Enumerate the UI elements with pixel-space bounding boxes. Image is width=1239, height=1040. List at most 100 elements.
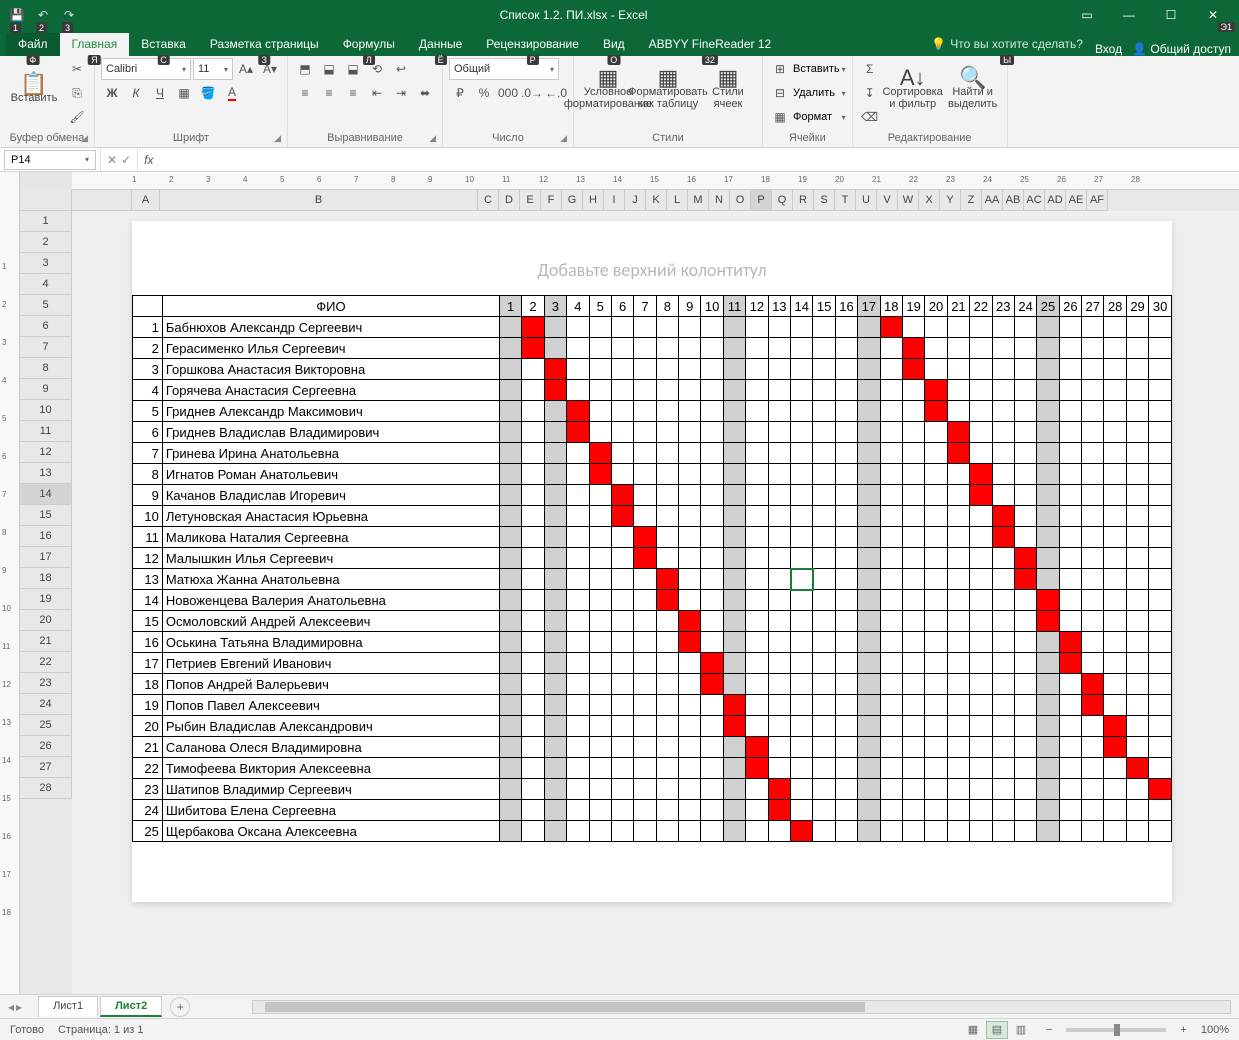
day-cell[interactable] xyxy=(1014,422,1036,443)
day-cell[interactable] xyxy=(768,758,790,779)
day-cell[interactable] xyxy=(858,758,880,779)
day-cell[interactable] xyxy=(1037,779,1059,800)
day-cell[interactable] xyxy=(1104,506,1126,527)
day-cell[interactable] xyxy=(1059,758,1081,779)
align-right-icon[interactable]: ≡ xyxy=(342,82,364,104)
day-cell[interactable] xyxy=(544,338,566,359)
day-cell[interactable] xyxy=(656,611,678,632)
day-cell[interactable] xyxy=(902,800,924,821)
day-cell[interactable] xyxy=(813,485,835,506)
day-cell[interactable] xyxy=(656,716,678,737)
tab-вставка[interactable]: ВставкаС xyxy=(129,33,198,56)
day-cell[interactable] xyxy=(1037,611,1059,632)
day-cell[interactable] xyxy=(768,317,790,338)
day-cell[interactable] xyxy=(679,611,701,632)
day-cell[interactable] xyxy=(835,674,857,695)
day-cell[interactable] xyxy=(746,527,768,548)
day-cell[interactable] xyxy=(902,590,924,611)
day-cell[interactable] xyxy=(634,443,656,464)
day-cell[interactable] xyxy=(1014,821,1036,842)
day-cell[interactable] xyxy=(544,317,566,338)
day-cell[interactable] xyxy=(992,338,1014,359)
day-cell[interactable] xyxy=(499,380,521,401)
day-cell[interactable] xyxy=(634,548,656,569)
day-cell[interactable] xyxy=(634,401,656,422)
day-cell[interactable] xyxy=(1037,695,1059,716)
add-sheet-button[interactable]: + xyxy=(170,997,190,1017)
day-cell[interactable] xyxy=(970,653,992,674)
day-cell[interactable] xyxy=(880,821,902,842)
day-cell[interactable] xyxy=(947,737,969,758)
day-cell[interactable] xyxy=(1149,590,1172,611)
day-cell[interactable] xyxy=(947,716,969,737)
day-cell[interactable] xyxy=(522,569,544,590)
day-cell[interactable] xyxy=(813,716,835,737)
day-cell[interactable] xyxy=(499,401,521,422)
day-cell[interactable] xyxy=(522,401,544,422)
day-cell[interactable] xyxy=(835,527,857,548)
day-cell[interactable] xyxy=(902,527,924,548)
day-cell[interactable] xyxy=(1014,674,1036,695)
day-cell[interactable] xyxy=(679,527,701,548)
header-day[interactable]: 11 xyxy=(723,296,745,317)
tab-формулы[interactable]: ФормулыЛ xyxy=(331,33,407,56)
day-cell[interactable] xyxy=(1082,464,1104,485)
day-cell[interactable] xyxy=(634,506,656,527)
row-number[interactable]: 16 xyxy=(133,632,163,653)
delete-label[interactable]: Удалить xyxy=(793,87,835,99)
day-cell[interactable] xyxy=(902,632,924,653)
day-cell[interactable] xyxy=(589,443,611,464)
row-header[interactable]: 13 xyxy=(20,463,72,484)
day-cell[interactable] xyxy=(611,506,633,527)
day-cell[interactable] xyxy=(1104,338,1126,359)
day-cell[interactable] xyxy=(634,758,656,779)
day-cell[interactable] xyxy=(1082,380,1104,401)
day-cell[interactable] xyxy=(902,737,924,758)
day-cell[interactable] xyxy=(1104,800,1126,821)
day-cell[interactable] xyxy=(925,548,947,569)
day-cell[interactable] xyxy=(567,443,589,464)
day-cell[interactable] xyxy=(1104,611,1126,632)
day-cell[interactable] xyxy=(1126,359,1148,380)
day-cell[interactable] xyxy=(567,737,589,758)
day-cell[interactable] xyxy=(679,632,701,653)
day-cell[interactable] xyxy=(723,758,745,779)
align-left-icon[interactable]: ≡ xyxy=(294,82,316,104)
column-header[interactable]: B xyxy=(160,190,478,211)
day-cell[interactable] xyxy=(611,359,633,380)
day-cell[interactable] xyxy=(634,338,656,359)
day-cell[interactable] xyxy=(522,674,544,695)
column-header[interactable]: C xyxy=(478,190,499,211)
day-cell[interactable] xyxy=(992,464,1014,485)
day-cell[interactable] xyxy=(522,464,544,485)
day-cell[interactable] xyxy=(679,422,701,443)
day-cell[interactable] xyxy=(992,359,1014,380)
row-number[interactable]: 13 xyxy=(133,569,163,590)
day-cell[interactable] xyxy=(947,338,969,359)
day-cell[interactable] xyxy=(544,527,566,548)
header-day[interactable]: 22 xyxy=(970,296,992,317)
day-cell[interactable] xyxy=(1037,422,1059,443)
align-top-icon[interactable]: ⬒ xyxy=(294,58,316,80)
student-name[interactable]: Тимофеева Виктория Алексеевна xyxy=(162,758,499,779)
day-cell[interactable] xyxy=(522,506,544,527)
day-cell[interactable] xyxy=(768,506,790,527)
day-cell[interactable] xyxy=(522,590,544,611)
day-cell[interactable] xyxy=(858,716,880,737)
day-cell[interactable] xyxy=(746,695,768,716)
day-cell[interactable] xyxy=(925,422,947,443)
day-cell[interactable] xyxy=(1037,380,1059,401)
day-cell[interactable] xyxy=(791,464,813,485)
day-cell[interactable] xyxy=(835,590,857,611)
day-cell[interactable] xyxy=(925,632,947,653)
day-cell[interactable] xyxy=(970,506,992,527)
day-cell[interactable] xyxy=(656,485,678,506)
day-cell[interactable] xyxy=(723,716,745,737)
day-cell[interactable] xyxy=(499,611,521,632)
day-cell[interactable] xyxy=(791,317,813,338)
day-cell[interactable] xyxy=(970,716,992,737)
day-cell[interactable] xyxy=(791,422,813,443)
day-cell[interactable] xyxy=(611,464,633,485)
day-cell[interactable] xyxy=(813,380,835,401)
day-cell[interactable] xyxy=(1149,380,1172,401)
